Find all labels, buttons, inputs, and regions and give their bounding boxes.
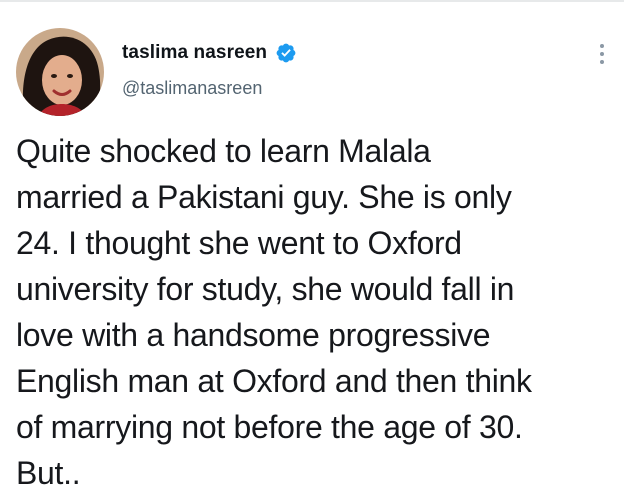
more-options-icon[interactable] [596,42,608,66]
top-divider [0,0,624,2]
author-name-row: taslima nasreen [122,42,297,64]
author-handle[interactable]: @taslimanasreen [122,78,262,99]
tweet-body: Quite shocked to learn Malala married a … [16,128,616,496]
verified-badge-icon [276,43,296,63]
author-display-name[interactable]: taslima nasreen [122,42,267,64]
tweet-text-line: university for study, she would fall in [16,271,515,307]
tweet-text-line: Quite shocked to learn Malala [16,133,431,169]
tweet-text-line: married a Pakistani guy. She is only [16,179,512,215]
tweet-text-line: 24. I thought she went to Oxford [16,225,462,261]
tweet-text-line: love with a handsome progressive [16,317,491,353]
tweet-text-line: English man at Oxford and then think [16,363,532,399]
author-avatar[interactable] [16,28,104,116]
tweet-text-line: of marrying not before the age of 30. [16,409,523,445]
profile-photo-icon [16,28,104,116]
tweet-text-line: But.. [16,455,81,491]
tweet-card: taslima nasreen @taslimanasreen Quite sh… [0,0,624,504]
